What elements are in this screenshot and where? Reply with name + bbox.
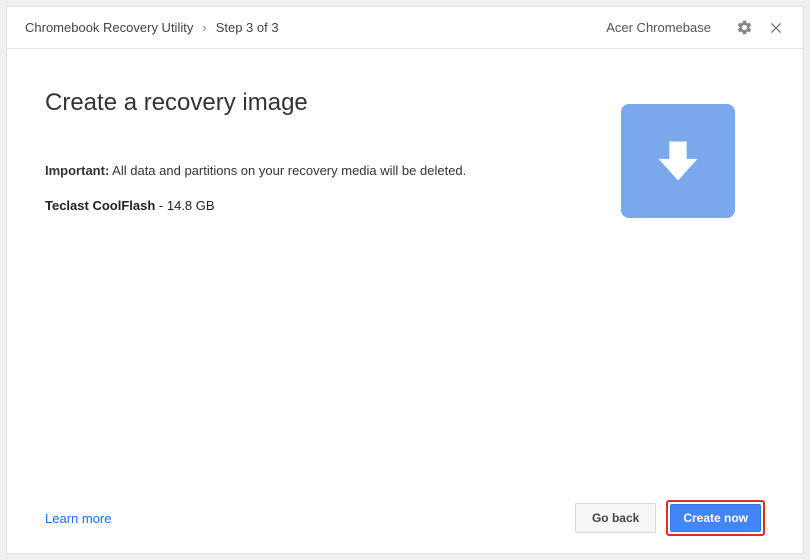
media-separator: -: [155, 198, 167, 213]
breadcrumb: Chromebook Recovery Utility › Step 3 of …: [25, 20, 606, 35]
breadcrumb-separator: ›: [202, 20, 206, 35]
create-now-button[interactable]: Create now: [670, 504, 761, 532]
warning-message: All data and partitions on your recovery…: [109, 163, 466, 178]
gear-icon: [736, 19, 753, 36]
important-label: Important:: [45, 163, 109, 178]
app-window: Chromebook Recovery Utility › Step 3 of …: [6, 6, 804, 554]
media-size: 14.8 GB: [167, 198, 215, 213]
go-back-button[interactable]: Go back: [575, 503, 656, 533]
close-icon: [769, 21, 783, 35]
media-name: Teclast CoolFlash: [45, 198, 155, 213]
footer-bar: Learn more Go back Create now: [7, 483, 803, 553]
close-button[interactable]: [763, 15, 789, 41]
settings-button[interactable]: [731, 15, 757, 41]
device-name: Acer Chromebase: [606, 20, 711, 35]
app-title: Chromebook Recovery Utility: [25, 20, 193, 35]
step-label: Step 3 of 3: [216, 20, 279, 35]
create-now-highlight: Create now: [666, 500, 765, 536]
header-bar: Chromebook Recovery Utility › Step 3 of …: [7, 7, 803, 49]
download-arrow-icon: [652, 135, 704, 187]
content-area: Create a recovery image Important: All d…: [7, 49, 803, 483]
learn-more-link[interactable]: Learn more: [45, 511, 111, 526]
download-tile: [621, 104, 735, 218]
